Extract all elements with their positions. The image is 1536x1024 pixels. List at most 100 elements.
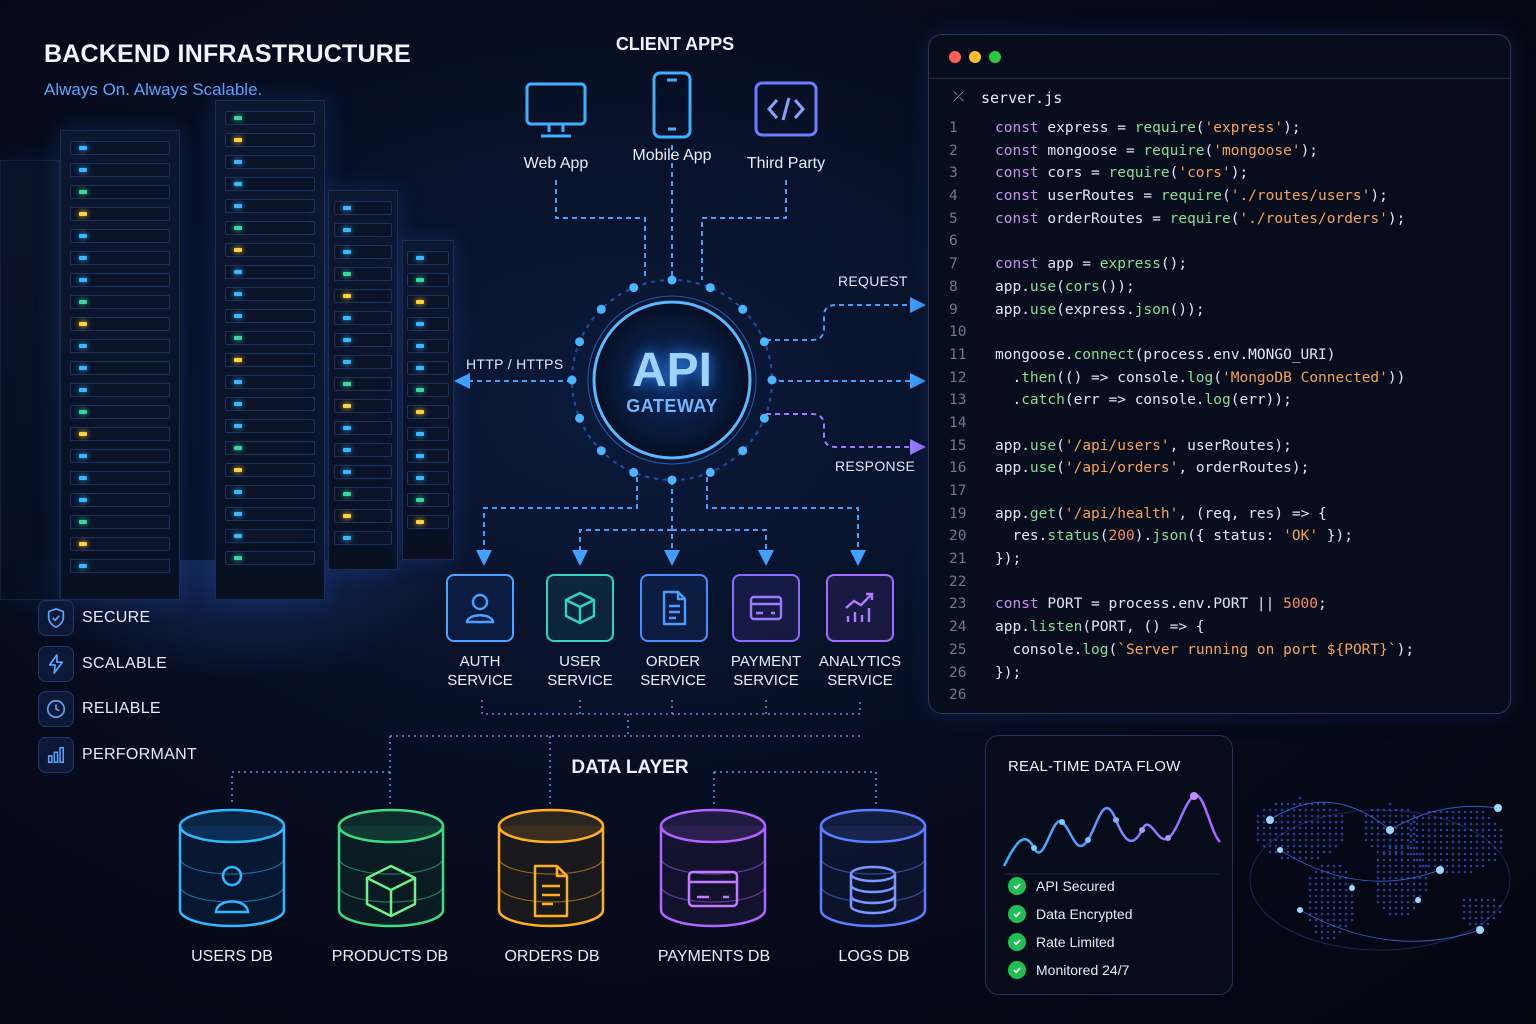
client-web-app[interactable]: Web App bbox=[496, 80, 616, 173]
map-dot bbox=[1415, 834, 1419, 838]
line-number: 13 bbox=[949, 392, 967, 409]
map-dot bbox=[1412, 846, 1416, 850]
code-content[interactable]: 1 const express = require('express'); 2 con… bbox=[949, 117, 1414, 707]
payments-db-cylinder[interactable] bbox=[659, 808, 767, 928]
close-window-button[interactable] bbox=[949, 51, 961, 63]
service-payment[interactable] bbox=[732, 574, 800, 642]
map-dot bbox=[1439, 828, 1443, 832]
map-dot bbox=[1370, 820, 1374, 824]
code-text: const orderRoutes = require('./routes/or… bbox=[995, 210, 1406, 227]
service-order[interactable] bbox=[640, 574, 708, 642]
map-dot bbox=[1463, 822, 1467, 826]
map-dot bbox=[1412, 826, 1416, 830]
users-db-cylinder[interactable] bbox=[178, 808, 286, 928]
map-dot bbox=[1412, 882, 1416, 886]
client-third-party[interactable]: Third Party bbox=[726, 80, 846, 173]
map-dot bbox=[1304, 838, 1308, 842]
client-mobile-app[interactable]: Mobile App bbox=[612, 70, 732, 165]
minimize-window-button[interactable] bbox=[969, 51, 981, 63]
map-dot bbox=[1427, 864, 1431, 868]
map-dot bbox=[1298, 796, 1302, 800]
map-dot bbox=[1382, 844, 1386, 848]
map-dot bbox=[1268, 832, 1272, 836]
code-line: 25 console.log(`Server running on port $… bbox=[949, 639, 1414, 662]
maximize-window-button[interactable] bbox=[989, 51, 1001, 63]
line-number: 10 bbox=[949, 324, 967, 341]
line-number: 15 bbox=[949, 437, 967, 454]
map-dot bbox=[1382, 876, 1386, 880]
gateway-title: API bbox=[631, 344, 712, 397]
map-dot bbox=[1394, 888, 1398, 892]
map-dot bbox=[1308, 906, 1312, 910]
code-line: 9 app.use(express.json()); bbox=[949, 299, 1414, 322]
map-dot bbox=[1364, 826, 1368, 830]
card-icon bbox=[732, 574, 800, 642]
map-dot bbox=[1439, 834, 1443, 838]
code-text: const express = require('express'); bbox=[995, 120, 1301, 136]
map-dot bbox=[1316, 802, 1320, 806]
code-line: 6 bbox=[949, 230, 1414, 253]
code-line: 10 bbox=[949, 321, 1414, 344]
map-dot bbox=[1332, 900, 1336, 904]
map-dot bbox=[1280, 856, 1284, 860]
map-dot bbox=[1433, 816, 1437, 820]
map-dot bbox=[1481, 852, 1485, 856]
data-flow-wave bbox=[1002, 792, 1221, 875]
map-dot bbox=[1400, 894, 1404, 898]
user-icon bbox=[446, 574, 514, 642]
code-text: res.status(200).json({ status: 'OK' }); bbox=[995, 528, 1353, 545]
map-dot bbox=[1344, 870, 1348, 874]
map-dot bbox=[1469, 852, 1473, 856]
map-dot bbox=[1382, 882, 1386, 886]
check-icon bbox=[1008, 933, 1026, 951]
file-tab[interactable]: server.js bbox=[981, 89, 1062, 107]
logs-db-cylinder[interactable] bbox=[819, 808, 927, 928]
map-dot bbox=[1388, 870, 1392, 874]
realtime-title: REAL-TIME DATA FLOW bbox=[1008, 758, 1181, 775]
code-line: 14 bbox=[949, 412, 1414, 435]
map-dot bbox=[1326, 930, 1330, 934]
map-dot bbox=[1298, 856, 1302, 860]
service-analytics[interactable] bbox=[826, 574, 894, 642]
map-dot bbox=[1451, 828, 1455, 832]
map-dot bbox=[1322, 850, 1326, 854]
map-dot bbox=[1433, 864, 1437, 868]
map-dot bbox=[1334, 844, 1338, 848]
map-dot bbox=[1400, 900, 1404, 904]
map-dot bbox=[1340, 814, 1344, 818]
code-text: app.use(cors()); bbox=[995, 278, 1135, 295]
map-dot bbox=[1421, 852, 1425, 856]
map-dot bbox=[1274, 832, 1278, 836]
map-dot bbox=[1332, 930, 1336, 934]
products-db-cylinder[interactable] bbox=[337, 808, 445, 928]
map-dot bbox=[1308, 918, 1312, 922]
map-dot bbox=[1409, 840, 1413, 844]
line-number: 9 bbox=[949, 301, 958, 318]
service-auth[interactable] bbox=[446, 574, 514, 642]
map-dot bbox=[1415, 822, 1419, 826]
map-dot bbox=[1298, 844, 1302, 848]
wave-points bbox=[1031, 792, 1198, 851]
map-dot bbox=[1310, 832, 1314, 836]
map-dot bbox=[1463, 870, 1467, 874]
client-label: Web App bbox=[523, 155, 589, 172]
map-dot bbox=[1433, 840, 1437, 844]
map-dot bbox=[1388, 846, 1392, 850]
map-dot bbox=[1481, 810, 1485, 814]
map-dot bbox=[1412, 820, 1416, 824]
code-text: const app = express(); bbox=[995, 256, 1188, 273]
map-dot bbox=[1394, 894, 1398, 898]
map-dot bbox=[1376, 870, 1380, 874]
map-dot bbox=[1388, 802, 1392, 806]
map-dot bbox=[1280, 808, 1284, 812]
map-dot bbox=[1451, 864, 1455, 868]
map-dot bbox=[1292, 808, 1296, 812]
map-dot bbox=[1406, 888, 1410, 892]
map-dot bbox=[1314, 906, 1318, 910]
orders-db-cylinder[interactable] bbox=[497, 808, 605, 928]
map-dot bbox=[1457, 846, 1461, 850]
map-dot bbox=[1457, 816, 1461, 820]
gateway-node-dot bbox=[667, 475, 677, 485]
service-user[interactable] bbox=[546, 574, 614, 642]
map-dot bbox=[1475, 864, 1479, 868]
